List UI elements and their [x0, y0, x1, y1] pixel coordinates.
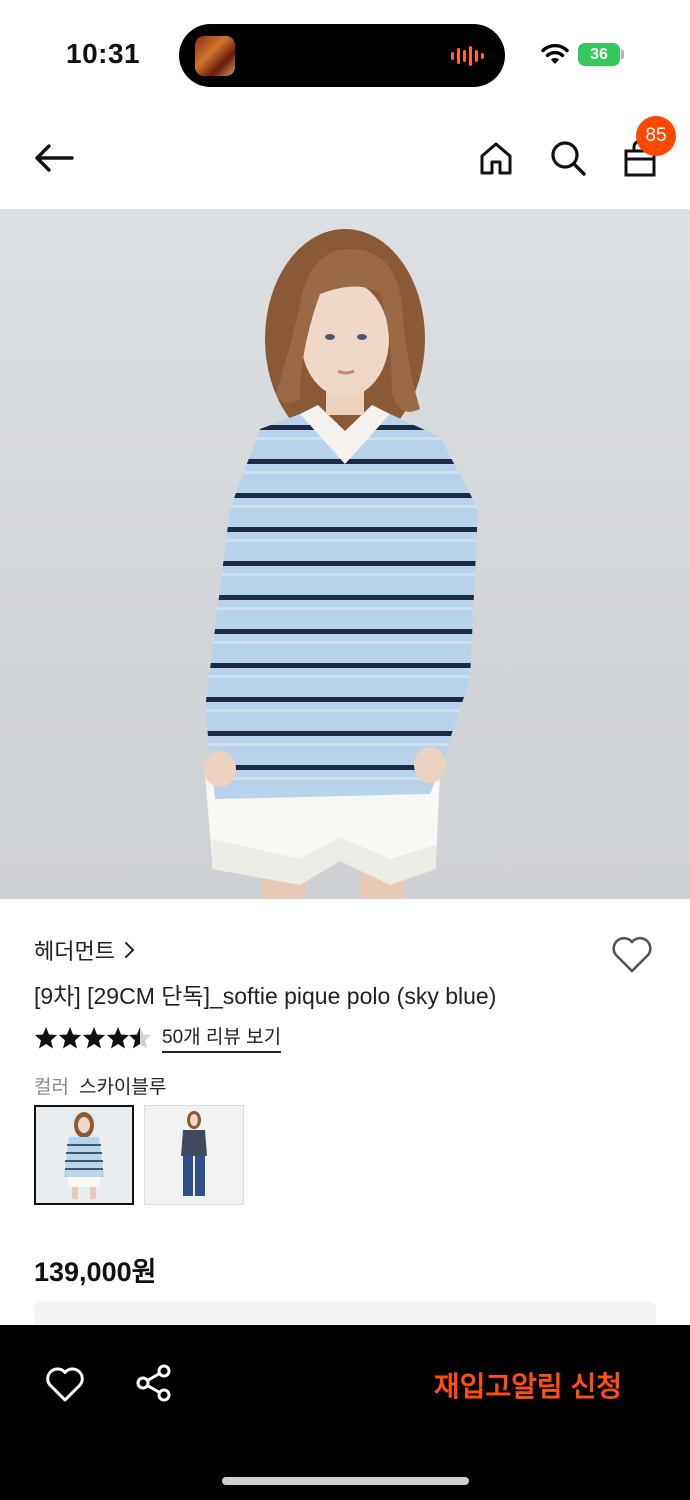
wifi-icon [541, 43, 569, 64]
star-rating [34, 1026, 152, 1050]
brand-link[interactable]: 헤더먼트 [34, 934, 137, 966]
search-button[interactable] [546, 136, 590, 180]
star-icon [107, 1026, 129, 1048]
half-star-icon [129, 1026, 151, 1048]
bottom-wishlist-button[interactable] [44, 1365, 86, 1403]
top-nav [0, 110, 690, 209]
rating-row: 50개 리뷰 보기 [34, 1022, 282, 1053]
product-price: 139,000원 [34, 1257, 157, 1287]
battery-level: 36 [590, 46, 608, 63]
product-title: [9차] [29CM 단독]_softie pique polo (sky bl… [34, 983, 497, 1009]
search-icon [551, 141, 586, 176]
battery-cap [621, 50, 624, 59]
now-playing-art [195, 36, 235, 76]
dynamic-island[interactable] [179, 24, 505, 87]
status-time: 10:31 [66, 38, 141, 69]
color-label: 컬러 [34, 1077, 69, 1098]
battery-icon: 36 [578, 43, 624, 66]
brand-name: 헤더먼트 [34, 939, 115, 964]
share-icon [136, 1364, 171, 1402]
home-button[interactable] [474, 136, 518, 180]
color-swatch-navy[interactable] [144, 1105, 244, 1205]
heart-outline-icon [612, 936, 652, 973]
color-value: 스카이블루 [78, 1077, 167, 1098]
swatch-thumbnail [36, 1107, 132, 1203]
cart-count-badge: 85 [636, 116, 676, 156]
review-link[interactable]: 50개 리뷰 보기 [162, 1022, 282, 1053]
wishlist-button[interactable] [610, 934, 654, 974]
status-bar: 10:31 36 [0, 0, 690, 110]
product-image[interactable] [0, 209, 690, 899]
color-swatch-sky-blue[interactable] [34, 1105, 134, 1205]
heart-outline-icon [46, 1367, 84, 1402]
back-arrow-icon [35, 144, 74, 172]
chevron-right-icon [124, 942, 134, 958]
audio-waveform-icon [451, 46, 484, 66]
home-icon [480, 142, 512, 175]
restock-alert-button[interactable]: 재입고알림 신청 [434, 1365, 622, 1405]
back-button[interactable] [30, 136, 78, 180]
star-icon [59, 1026, 81, 1048]
model-photo [204, 229, 478, 899]
bottom-action-bar: 재입고알림 신청 [0, 1325, 690, 1500]
swatch-thumbnail [145, 1106, 243, 1204]
star-icon [35, 1026, 57, 1048]
star-icon [83, 1026, 105, 1048]
color-row: 컬러 스카이블루 [34, 1072, 166, 1099]
home-indicator [222, 1477, 469, 1485]
share-button[interactable] [134, 1363, 174, 1403]
